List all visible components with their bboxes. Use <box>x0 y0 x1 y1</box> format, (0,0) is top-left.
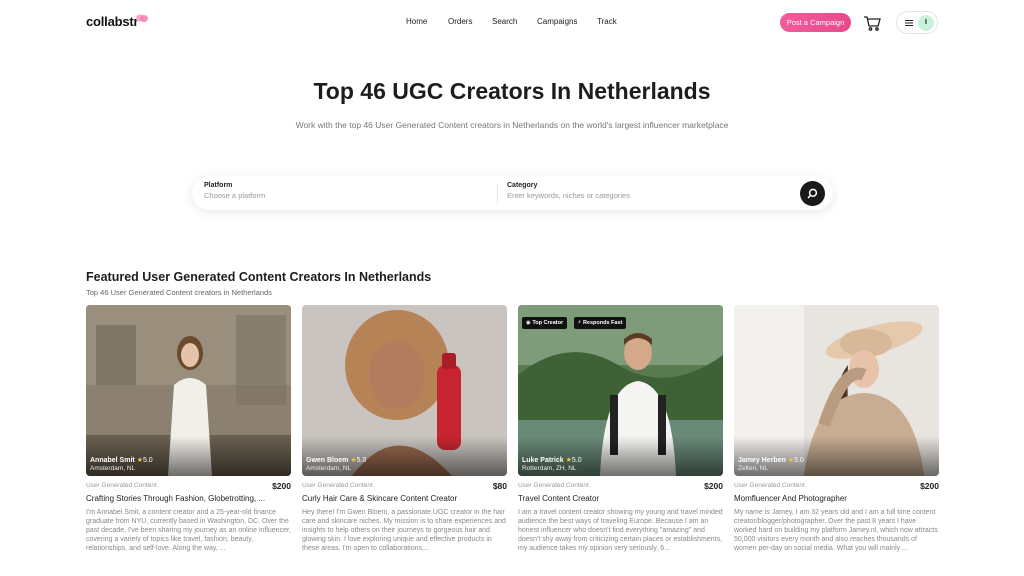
creator-price: $80 <box>492 481 507 491</box>
cart-icon[interactable] <box>863 14 881 32</box>
hamburger-icon <box>905 20 913 26</box>
top-creator-badge: ◉ Top Creator <box>522 317 568 329</box>
creator-badges: ◉ Top Creator ⚡ Responds Fast <box>522 311 628 329</box>
creator-description: Hey there! I'm Gwen Bloem, a passionate … <box>302 509 506 552</box>
creator-title[interactable]: Momfluencer And Photographer <box>734 494 939 503</box>
creator-category: User Generated Content <box>518 482 589 489</box>
creator-price: $200 <box>704 481 723 491</box>
creator-card[interactable]: Annabel Smit ★5.0 Amsterdam, NL User Gen… <box>86 305 291 576</box>
logo[interactable]: collabstr <box>86 14 139 29</box>
platform-label: Platform <box>204 182 233 189</box>
logo-heart-icon <box>136 14 148 22</box>
section-title: Featured User Generated Content Creators… <box>86 270 432 284</box>
creator-name: Annabel Smit ★5.0 <box>90 457 153 464</box>
category-placeholder: Enter keywords, niches or categories <box>507 191 630 200</box>
search-icon <box>807 188 818 199</box>
top-navbar: collabstr Home Orders Search Campaigns T… <box>0 0 1024 46</box>
responds-fast-badge: ⚡ Responds Fast <box>573 317 627 329</box>
creator-name: Jamey Herben ★5.0 <box>738 457 804 464</box>
platform-placeholder: Choose a platform <box>204 191 266 200</box>
creator-title[interactable]: Travel Content Creator <box>518 494 723 503</box>
creator-location: Zelten, NL <box>738 465 768 472</box>
creator-price: $200 <box>920 481 939 491</box>
creator-name: Luke Patrick ★5.0 <box>522 457 582 464</box>
creator-photo[interactable]: Gwen Bloem ★5.0 Amsterdam, NL <box>302 305 507 476</box>
creator-description: My name is Jamey, I am 32 years old and … <box>734 509 938 552</box>
creator-category: User Generated Content <box>302 482 373 489</box>
creator-title[interactable]: Crafting Stories Through Fashion, Globet… <box>86 494 291 503</box>
nav-home[interactable]: Home <box>406 17 427 26</box>
creator-photo[interactable]: Jamey Herben ★5.0 Zelten, NL <box>734 305 939 476</box>
creator-category: User Generated Content <box>86 482 157 489</box>
nav-orders[interactable]: Orders <box>448 17 472 26</box>
creator-photo[interactable]: Annabel Smit ★5.0 Amsterdam, NL <box>86 305 291 476</box>
creator-location: Rotterdam, ZH, NL <box>522 465 577 472</box>
search-bar: Platform Choose a platform Category Ente… <box>192 176 833 210</box>
creator-card[interactable]: ◉ Top Creator ⚡ Responds Fast Luke Patri… <box>518 305 723 576</box>
creator-description: I am a travel content creator showing my… <box>518 509 723 552</box>
page-title: Top 46 UGC Creators In Netherlands <box>313 78 711 104</box>
account-menu-button[interactable]: I <box>896 11 938 34</box>
category-field[interactable]: Category Enter keywords, niches or categ… <box>507 182 630 200</box>
section-subtitle: Top 46 User Generated Content creators i… <box>86 288 272 297</box>
creator-price: $200 <box>272 481 291 491</box>
category-label: Category <box>507 182 538 189</box>
creator-title[interactable]: Curly Hair Care & Skincare Content Creat… <box>302 494 507 503</box>
page-subtitle: Work with the top 46 User Generated Cont… <box>295 120 729 130</box>
creator-name: Gwen Bloem ★5.0 <box>306 457 367 464</box>
avatar: I <box>918 15 934 31</box>
search-button[interactable] <box>800 181 825 206</box>
nav-search[interactable]: Search <box>492 17 517 26</box>
creator-location: Amsterdam, NL <box>306 465 352 472</box>
creator-card[interactable]: Jamey Herben ★5.0 Zelten, NL User Genera… <box>734 305 939 576</box>
creator-photo[interactable]: ◉ Top Creator ⚡ Responds Fast Luke Patri… <box>518 305 723 476</box>
creator-location: Amsterdam, NL <box>90 465 136 472</box>
search-divider <box>497 183 498 203</box>
platform-field[interactable]: Platform Choose a platform <box>204 182 265 200</box>
nav-track[interactable]: Track <box>597 17 617 26</box>
creator-category: User Generated Content <box>734 482 805 489</box>
creator-description: I'm Annabel Smit, a content creator and … <box>86 509 291 552</box>
creator-card[interactable]: Gwen Bloem ★5.0 Amsterdam, NL User Gener… <box>302 305 507 576</box>
nav-campaigns[interactable]: Campaigns <box>537 17 577 26</box>
post-campaign-button[interactable]: Post a Campaign <box>780 13 851 32</box>
